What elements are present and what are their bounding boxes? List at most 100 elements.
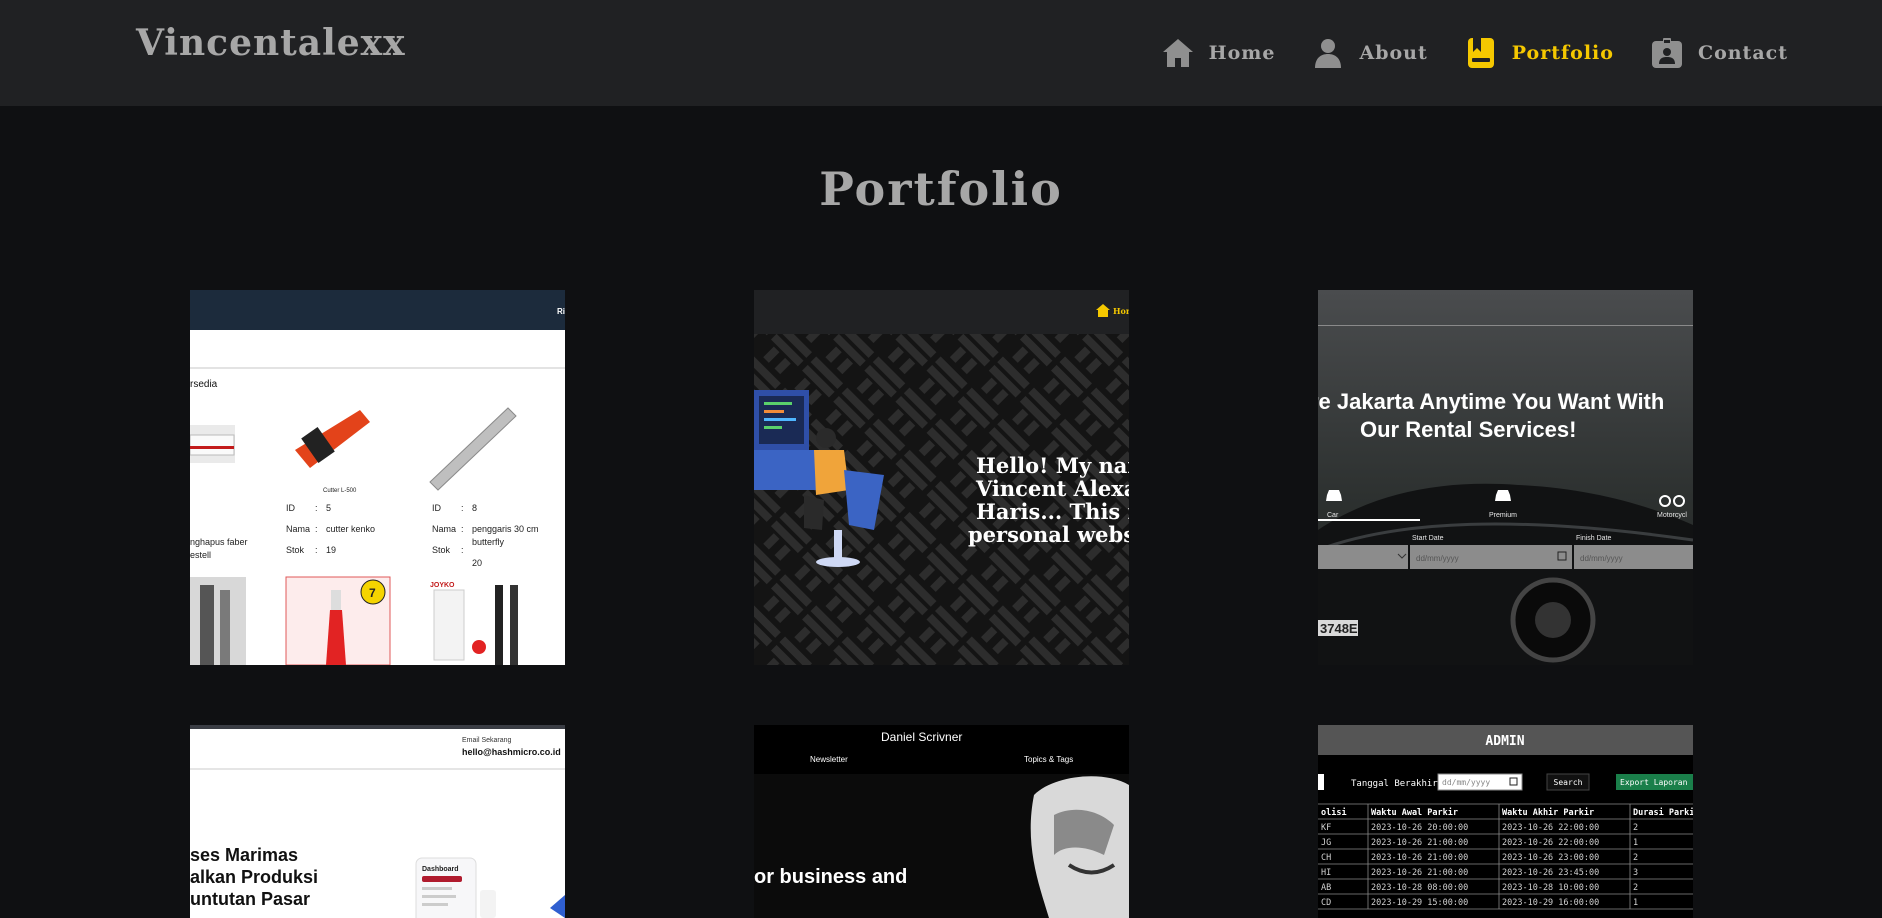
table-cell: 2023-10-26 23:45:00: [1502, 868, 1599, 878]
svg-text::: :: [461, 503, 464, 513]
table-header-cell: olisi: [1321, 807, 1347, 818]
svg-text:Topics & Tags: Topics & Tags: [1024, 755, 1073, 764]
table-cell: 2023-10-26 23:00:00: [1502, 853, 1599, 863]
table-cell: 2023-10-29 16:00:00: [1502, 898, 1599, 908]
svg-text:hello@hashmicro.co.id: hello@hashmicro.co.id: [462, 747, 561, 757]
contact-icon: [1650, 36, 1684, 70]
svg-text:Premium: Premium: [1489, 512, 1517, 519]
portfolio-card-parking-admin[interactable]: ADMIN Tanggal Berakhir dd/mm/yyyy Search…: [1318, 725, 1693, 918]
table-cell: 2023-10-26 22:00:00: [1502, 823, 1599, 833]
table-cell: 3: [1633, 868, 1638, 878]
svg-text:Motorcycl: Motorcycl: [1657, 512, 1687, 519]
svg-text:Our Rental Services!: Our Rental Services!: [1360, 417, 1576, 442]
page-title: Portfolio: [819, 162, 1063, 216]
portfolio-card-erp-landing[interactable]: Email Sekarang hello@hashmicro.co.id ses…: [190, 725, 565, 918]
svg-text:Search: Search: [1554, 778, 1583, 787]
svg-text:Finish Date: Finish Date: [1576, 535, 1612, 542]
user-icon: [1311, 36, 1345, 70]
home-icon: [1161, 36, 1195, 70]
svg-text:20: 20: [472, 558, 482, 568]
svg-text:personal websit: personal websit: [968, 522, 1129, 547]
table-cell: KF: [1321, 823, 1331, 833]
svg-text:ID: ID: [286, 503, 296, 513]
svg-text:nghapus faber: nghapus faber: [190, 537, 248, 547]
blog-screenshot: Daniel Scrivner Newsletter Topics & Tags…: [754, 725, 1129, 918]
svg-text:Vincent Alexan: Vincent Alexan: [975, 476, 1129, 501]
portfolio-card-personal-site[interactable]: Hom Hello! My nam Vincent Alexan Haris..…: [754, 290, 1129, 665]
svg-text::: :: [315, 503, 318, 513]
portfolio-card-car-rental[interactable]: 3748E re Jakarta Anytime You Want With O…: [1318, 290, 1693, 665]
svg-text:Dashboard: Dashboard: [422, 866, 459, 873]
brand-logo-text[interactable]: Vincentalexx: [136, 22, 406, 64]
table-header-cell: Waktu Awal Parkir: [1371, 807, 1458, 818]
svg-text:re Jakarta Anytime You Want Wi: re Jakarta Anytime You Want With: [1318, 389, 1664, 414]
svg-text:or business and: or business and: [754, 866, 907, 888]
table-cell: 2023-10-28 10:00:00: [1502, 883, 1599, 893]
svg-text:Car: Car: [1327, 512, 1339, 519]
svg-text:Nama: Nama: [286, 524, 310, 534]
table-cell: 2023-10-26 22:00:00: [1502, 838, 1599, 848]
table-cell: 1: [1633, 838, 1638, 848]
table-cell: 1: [1633, 898, 1638, 908]
table-cell: 2023-10-26 21:00:00: [1371, 868, 1468, 878]
site-header: Vincentalexx Home About Portfolio Contac…: [0, 0, 1882, 106]
table-header-cell: Waktu Akhir Parkir: [1502, 807, 1594, 818]
table-cell: AB: [1321, 883, 1331, 893]
svg-text:estell: estell: [190, 550, 211, 560]
portfolio-card-inventory[interactable]: Ri rsedia Cutter L-500 nghapus faber est…: [190, 290, 565, 665]
table-cell: JG: [1321, 838, 1331, 848]
svg-text:ses Marimas: ses Marimas: [190, 845, 298, 865]
svg-text::: :: [461, 545, 464, 555]
svg-text:Stok: Stok: [432, 545, 451, 555]
car-rental-screenshot: 3748E re Jakarta Anytime You Want With O…: [1318, 290, 1693, 665]
svg-text:alkan Produksi: alkan Produksi: [190, 867, 318, 887]
svg-text:Email Sekarang: Email Sekarang: [462, 737, 512, 744]
svg-text:ADMIN: ADMIN: [1485, 734, 1524, 749]
inventory-screenshot: Ri rsedia Cutter L-500 nghapus faber est…: [190, 290, 565, 665]
svg-text:8: 8: [472, 503, 477, 513]
nav-about[interactable]: About: [1311, 36, 1427, 70]
svg-text::: :: [315, 524, 318, 534]
svg-text:Start Date: Start Date: [1412, 535, 1444, 542]
svg-text:penggaris 30 cm: penggaris 30 cm: [472, 524, 539, 534]
svg-text:3748E: 3748E: [1320, 621, 1358, 636]
table-cell: 2023-10-26 20:00:00: [1371, 823, 1468, 833]
svg-text:Newsletter: Newsletter: [810, 755, 848, 764]
svg-text:Ri: Ri: [557, 307, 565, 316]
nav-home-label: Home: [1208, 42, 1276, 64]
nav-about-label: About: [1359, 42, 1428, 64]
table-cell: 2023-10-26 21:00:00: [1371, 838, 1468, 848]
svg-text:19: 19: [326, 545, 336, 555]
portfolio-icon: [1464, 36, 1498, 70]
svg-text:rsedia: rsedia: [190, 379, 218, 390]
nav-home[interactable]: Home: [1161, 36, 1276, 70]
svg-text:Hom: Hom: [1113, 306, 1129, 316]
svg-text::: :: [461, 524, 464, 534]
svg-text:Cutter L-500: Cutter L-500: [323, 488, 357, 494]
table-cell: 2: [1633, 823, 1638, 833]
svg-text:JOYKO: JOYKO: [430, 582, 455, 589]
nav-portfolio-label: Portfolio: [1511, 42, 1614, 64]
nav-contact-label: Contact: [1697, 42, 1788, 64]
svg-text:ID: ID: [432, 503, 442, 513]
table-header-cell: Durasi Parki: [1633, 807, 1693, 818]
svg-text:Stok: Stok: [286, 545, 305, 555]
erp-landing-screenshot: Email Sekarang hello@hashmicro.co.id ses…: [190, 725, 565, 918]
table-cell: CD: [1321, 898, 1331, 908]
svg-text:7: 7: [369, 586, 376, 600]
svg-text:dd/mm/yyyy: dd/mm/yyyy: [1580, 554, 1623, 563]
svg-text:Tanggal Berakhir: Tanggal Berakhir: [1351, 779, 1438, 789]
table-cell: CH: [1321, 853, 1331, 863]
table-cell: 2023-10-28 08:00:00: [1371, 883, 1468, 893]
svg-text::: :: [315, 545, 318, 555]
parking-admin-screenshot: ADMIN Tanggal Berakhir dd/mm/yyyy Search…: [1318, 725, 1693, 918]
nav-contact[interactable]: Contact: [1650, 36, 1788, 70]
svg-text:untutan Pasar: untutan Pasar: [190, 889, 310, 909]
personal-site-screenshot: Hom Hello! My nam Vincent Alexan Haris..…: [754, 290, 1129, 665]
svg-text:Export Laporan: Export Laporan: [1620, 778, 1688, 787]
portfolio-card-blog[interactable]: Daniel Scrivner Newsletter Topics & Tags…: [754, 725, 1129, 918]
nav-portfolio[interactable]: Portfolio: [1464, 36, 1614, 70]
svg-text:dd/mm/yyyy: dd/mm/yyyy: [1442, 778, 1490, 787]
svg-text:butterfly: butterfly: [472, 537, 505, 547]
svg-text:Haris... This is: Haris... This is: [976, 499, 1129, 524]
